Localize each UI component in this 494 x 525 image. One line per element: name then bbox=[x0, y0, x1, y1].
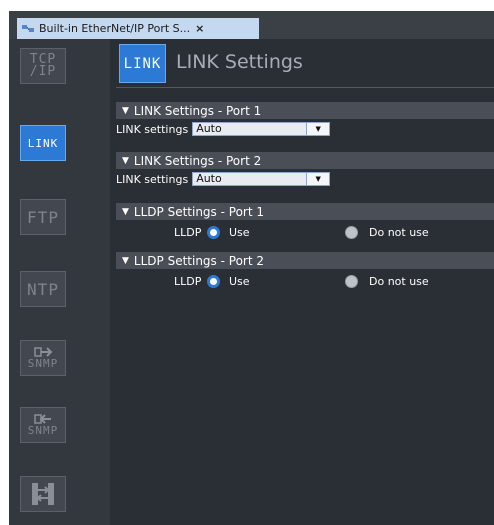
sidebar-item-snmp-trap[interactable]: SNMP bbox=[20, 407, 66, 443]
sidebar-item-label: SNMP bbox=[27, 357, 59, 370]
sidebar-item-label: SNMP bbox=[27, 424, 59, 437]
settings-sidebar: TCP /IP LINK FTP NTP SNMP SNMP bbox=[9, 39, 110, 525]
network-icon bbox=[22, 24, 34, 32]
radio-label: Use bbox=[229, 225, 250, 239]
sidebar-item-ntp[interactable]: NTP bbox=[20, 271, 66, 307]
select-value: Auto bbox=[196, 172, 222, 185]
chevron-down-icon[interactable]: ▼ bbox=[306, 123, 330, 135]
chevron-down-icon[interactable]: ▼ bbox=[306, 173, 330, 185]
radio-do-not-use[interactable] bbox=[345, 225, 358, 239]
section-title: LLDP Settings - Port 1 bbox=[133, 204, 264, 219]
link-header-icon: LINK bbox=[119, 44, 166, 83]
sidebar-item-label: FTP bbox=[27, 207, 59, 227]
link-settings-dropdown[interactable]: Auto ▼ bbox=[192, 122, 331, 136]
sidebar-item-ftp[interactable]: FTP bbox=[20, 199, 66, 235]
divider bbox=[116, 87, 494, 88]
field-label: LINK settings bbox=[116, 172, 189, 186]
lldp-field: LLDP bbox=[174, 223, 201, 241]
sidebar-item-label: TCP /IP bbox=[29, 52, 57, 79]
field-label: LLDP bbox=[174, 225, 202, 239]
sidebar-item-tcp-ip[interactable]: TCP /IP bbox=[20, 48, 66, 84]
link-settings-dropdown[interactable]: Auto ▼ bbox=[192, 172, 331, 186]
sidebar-item-label: NTP bbox=[27, 279, 59, 299]
section-header-lldp-port2[interactable]: ▼ LLDP Settings - Port 2 bbox=[116, 252, 494, 269]
sidebar-item-link[interactable]: LINK bbox=[20, 125, 66, 161]
lldp-not-use-option[interactable]: Do not use bbox=[345, 272, 429, 290]
radio-label: Do not use bbox=[369, 274, 429, 288]
sidebar-item-label: LINK bbox=[27, 136, 59, 150]
section-title: LINK Settings - Port 2 bbox=[133, 153, 262, 168]
select-value: Auto bbox=[196, 122, 222, 135]
sidebar-item-snmp[interactable]: SNMP bbox=[20, 340, 66, 376]
triangle-down-icon: ▼ bbox=[122, 155, 129, 166]
triangle-down-icon: ▼ bbox=[122, 105, 129, 116]
triangle-down-icon: ▼ bbox=[122, 206, 129, 217]
section-title: LINK Settings - Port 1 bbox=[133, 103, 262, 118]
settings-content: LINK LINK Settings ▼ LINK Settings - Por… bbox=[110, 39, 494, 525]
radio-label: Do not use bbox=[369, 225, 429, 239]
section-header-link-port1[interactable]: ▼ LINK Settings - Port 1 bbox=[116, 102, 494, 119]
radio-label: Use bbox=[229, 274, 250, 288]
radio-do-not-use[interactable] bbox=[345, 274, 358, 288]
field-label: LINK settings bbox=[116, 122, 189, 136]
radio-use[interactable] bbox=[207, 274, 220, 288]
lldp-not-use-option[interactable]: Do not use bbox=[345, 223, 429, 241]
field-label: LLDP bbox=[174, 274, 202, 288]
triangle-down-icon: ▼ bbox=[122, 255, 129, 266]
section-header-link-port2[interactable]: ▼ LINK Settings - Port 2 bbox=[116, 152, 494, 169]
section-header-lldp-port1[interactable]: ▼ LLDP Settings - Port 1 bbox=[116, 203, 494, 220]
close-icon[interactable]: × bbox=[195, 22, 204, 35]
link-setting-row: LINK settings Auto ▼ bbox=[116, 170, 331, 188]
radio-use[interactable] bbox=[207, 225, 220, 239]
tab-title: Built-in EtherNet/IP Port S... bbox=[39, 22, 191, 35]
transfer-icon bbox=[32, 483, 54, 505]
tab-bar: Built-in EtherNet/IP Port S... × bbox=[9, 11, 494, 39]
lldp-field: LLDP bbox=[174, 272, 201, 290]
lldp-use-option[interactable]: Use bbox=[207, 223, 250, 241]
settings-window: Built-in EtherNet/IP Port S... × TCP /IP… bbox=[9, 11, 494, 525]
document-tab[interactable]: Built-in EtherNet/IP Port S... × bbox=[17, 18, 259, 39]
lldp-use-option[interactable]: Use bbox=[207, 272, 250, 290]
page-title: LINK Settings bbox=[176, 51, 303, 73]
section-title: LLDP Settings - Port 2 bbox=[133, 253, 264, 268]
sidebar-item-advanced[interactable] bbox=[20, 476, 66, 512]
link-setting-row: LINK settings Auto ▼ bbox=[116, 120, 331, 138]
